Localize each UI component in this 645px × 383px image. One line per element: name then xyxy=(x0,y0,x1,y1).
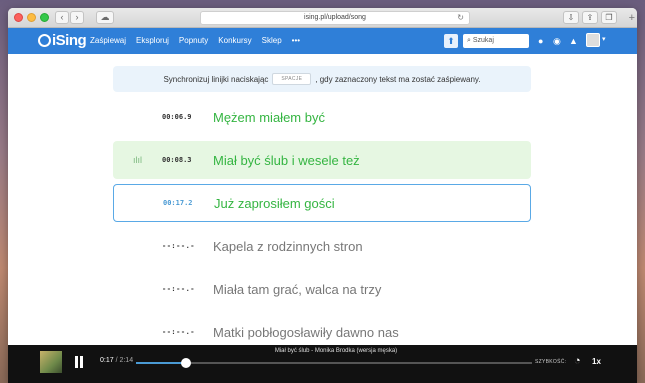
audio-player: 0:17 / 2:14 Miał być ślub - Monika Brodk… xyxy=(8,345,637,383)
line-timestamp: 00:06.9 xyxy=(162,113,192,121)
nav-item-konkursy[interactable]: Konkursy xyxy=(218,36,251,45)
url-text: ising.pl/upload/song xyxy=(304,14,366,21)
upload-button[interactable]: ⬆ xyxy=(444,34,458,48)
avatar[interactable] xyxy=(586,33,600,47)
nav-more-button[interactable]: ••• xyxy=(292,36,300,45)
speed-value-button[interactable]: 1x xyxy=(592,357,601,366)
song-title: Miał być ślub - Monika Brodka (wersja mę… xyxy=(274,348,398,354)
line-timestamp: 00:08.3 xyxy=(162,156,192,164)
browser-window: ‹ › ☁ ising.pl/upload/song ↻ ⇩ ⇪ ❐ + iSi… xyxy=(8,8,637,383)
address-bar[interactable]: ising.pl/upload/song ↻ xyxy=(200,11,470,25)
nav-item-sklep[interactable]: Sklep xyxy=(262,36,282,45)
instruction-text-before: Synchronizuj linijki naciskając xyxy=(163,74,269,84)
logo[interactable]: iSing xyxy=(38,32,87,49)
line-timestamp: --:--.- xyxy=(162,328,196,336)
lyric-line[interactable]: 00:06.9 Mężem miałem być xyxy=(113,98,531,136)
new-tab-button[interactable]: + xyxy=(629,13,635,24)
tabs-icon: ❐ xyxy=(605,13,613,22)
line-timestamp: 00:17.2 xyxy=(163,199,193,207)
bell-icon[interactable]: ▲ xyxy=(569,35,578,47)
tabs-overview-button[interactable]: ❐ xyxy=(601,11,617,24)
line-timestamp: --:--.- xyxy=(162,242,196,250)
line-text: Miał być ślub i wesele też xyxy=(213,152,360,168)
download-button[interactable]: ⇩ xyxy=(563,11,579,24)
line-text: Matki pobłogosławiły dawno nas xyxy=(213,324,399,340)
seek-handle[interactable] xyxy=(181,358,192,368)
search-input[interactable]: ⌕ Szukaj xyxy=(463,34,529,48)
chevron-left-icon: ‹ xyxy=(60,12,64,22)
maximize-window-button[interactable] xyxy=(40,13,49,22)
sync-instructions: Synchronizuj linijki naciskając SPACJE ,… xyxy=(113,66,531,92)
lyric-line[interactable]: --:--.- Miała tam grać, walca na trzy xyxy=(113,270,531,308)
lyric-line-playing[interactable]: ılıl 00:08.3 Miał być ślub i wesele też xyxy=(113,141,531,179)
seek-bar-progress xyxy=(136,362,187,364)
chevron-right-icon: › xyxy=(75,12,79,22)
chevron-down-icon[interactable]: ▾ xyxy=(602,35,606,43)
nav-item-eksploruj[interactable]: Eksploruj xyxy=(136,36,169,45)
close-window-button[interactable] xyxy=(14,13,23,22)
pause-button[interactable] xyxy=(74,356,84,368)
search-placeholder: Szukaj xyxy=(472,37,494,44)
nav-item-popnuty[interactable]: Popnuty xyxy=(179,36,208,45)
line-text: Kapela z rodzinnych stron xyxy=(213,238,363,254)
browser-toolbar: ‹ › ☁ ising.pl/upload/song ↻ ⇩ ⇪ ❐ + xyxy=(8,8,637,28)
lyric-line[interactable]: --:--.- Kapela z rodzinnych stron xyxy=(113,227,531,265)
pause-icon xyxy=(75,356,78,368)
lyrics-sync-panel: Synchronizuj linijki naciskając SPACJE ,… xyxy=(8,54,637,345)
line-timestamp: --:--.- xyxy=(162,285,196,293)
line-text: Miała tam grać, walca na trzy xyxy=(213,281,382,297)
space-key-button[interactable]: SPACJE xyxy=(272,73,312,85)
song-thumbnail xyxy=(40,351,62,373)
speedometer-icon[interactable]: ◔ xyxy=(574,355,581,367)
current-time: 0:17 xyxy=(100,357,114,364)
upload-icon: ⬆ xyxy=(447,36,455,46)
line-text: Już zaprosiłem gości xyxy=(214,195,335,211)
icloud-tabs-button[interactable]: ☁ xyxy=(96,11,114,24)
lyric-line-selected[interactable]: 00:17.2 Już zaprosiłem gości xyxy=(113,184,531,222)
speed-label: SZYBKOŚĆ: xyxy=(535,359,567,365)
main-nav: Zaśpiewaj Eksploruj Popnuty Konkursy Skl… xyxy=(90,36,300,45)
seek-bar[interactable] xyxy=(136,358,532,368)
playback-time: 0:17 / 2:14 xyxy=(100,357,133,364)
back-button[interactable]: ‹ xyxy=(55,11,69,24)
eye-icon[interactable]: ◉ xyxy=(553,35,561,47)
messages-icon[interactable]: ● xyxy=(538,35,543,47)
download-icon: ⇩ xyxy=(567,13,575,22)
cloud-icon: ☁ xyxy=(100,12,110,22)
app-header: iSing Zaśpiewaj Eksploruj Popnuty Konkur… xyxy=(8,28,637,54)
forward-button[interactable]: › xyxy=(70,11,84,24)
equalizer-icon: ılıl xyxy=(133,155,142,165)
share-icon: ⇪ xyxy=(586,13,594,22)
logo-mark xyxy=(38,34,51,47)
total-time: / 2:14 xyxy=(115,357,134,364)
instruction-text-after: , gdy zaznaczony tekst ma zostać zaśpiew… xyxy=(315,74,481,84)
reload-icon[interactable]: ↻ xyxy=(457,12,464,24)
nav-item-zaspiewaj[interactable]: Zaśpiewaj xyxy=(90,36,126,45)
minimize-window-button[interactable] xyxy=(27,13,36,22)
share-button[interactable]: ⇪ xyxy=(582,11,598,24)
line-text: Mężem miałem być xyxy=(213,109,325,125)
